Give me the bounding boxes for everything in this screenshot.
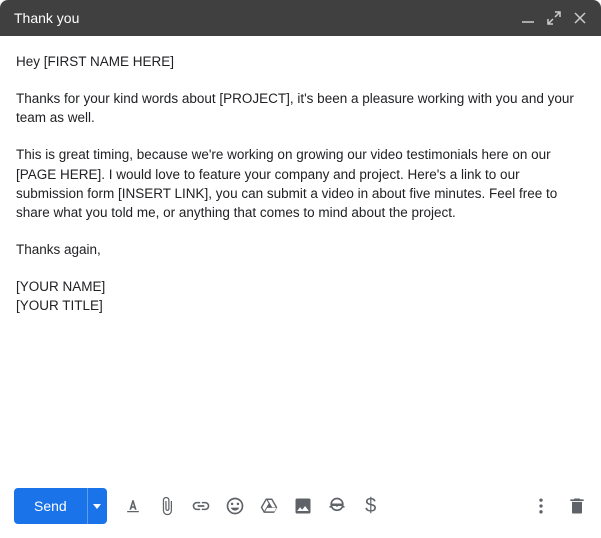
send-group: Send bbox=[14, 488, 107, 524]
compose-toolbar: Send bbox=[0, 478, 601, 538]
more-options-icon[interactable] bbox=[531, 496, 551, 516]
compose-window: Thank you Hey [FIRST NAME HERE] Thanks f… bbox=[0, 0, 601, 538]
formatting-icons: $ bbox=[123, 496, 381, 516]
send-button[interactable]: Send bbox=[14, 488, 87, 524]
body-p1: Thanks for your kind words about [PROJEC… bbox=[16, 89, 585, 127]
link-icon[interactable] bbox=[191, 496, 211, 516]
confidential-icon[interactable] bbox=[327, 496, 347, 516]
discard-icon[interactable] bbox=[567, 496, 587, 516]
close-icon[interactable] bbox=[573, 11, 587, 25]
money-icon[interactable]: $ bbox=[361, 496, 381, 516]
titlebar: Thank you bbox=[0, 0, 601, 36]
format-text-icon[interactable] bbox=[123, 496, 143, 516]
email-body[interactable]: Hey [FIRST NAME HERE] Thanks for your ki… bbox=[0, 36, 601, 478]
subject-text: Thank you bbox=[14, 10, 79, 26]
image-icon[interactable] bbox=[293, 496, 313, 516]
drive-icon[interactable] bbox=[259, 496, 279, 516]
right-toolbar-icons bbox=[531, 496, 587, 516]
attach-icon[interactable] bbox=[157, 496, 177, 516]
signature-title: [YOUR TITLE] bbox=[16, 296, 585, 315]
window-controls bbox=[521, 11, 587, 25]
expand-icon[interactable] bbox=[547, 11, 561, 25]
body-p2: This is great timing, because we're work… bbox=[16, 145, 585, 222]
body-greeting: Hey [FIRST NAME HERE] bbox=[16, 52, 585, 71]
body-closing: Thanks again, bbox=[16, 240, 585, 259]
emoji-icon[interactable] bbox=[225, 496, 245, 516]
signature-name: [YOUR NAME] bbox=[16, 277, 585, 296]
minimize-icon[interactable] bbox=[521, 11, 535, 25]
send-options-button[interactable] bbox=[87, 488, 107, 524]
